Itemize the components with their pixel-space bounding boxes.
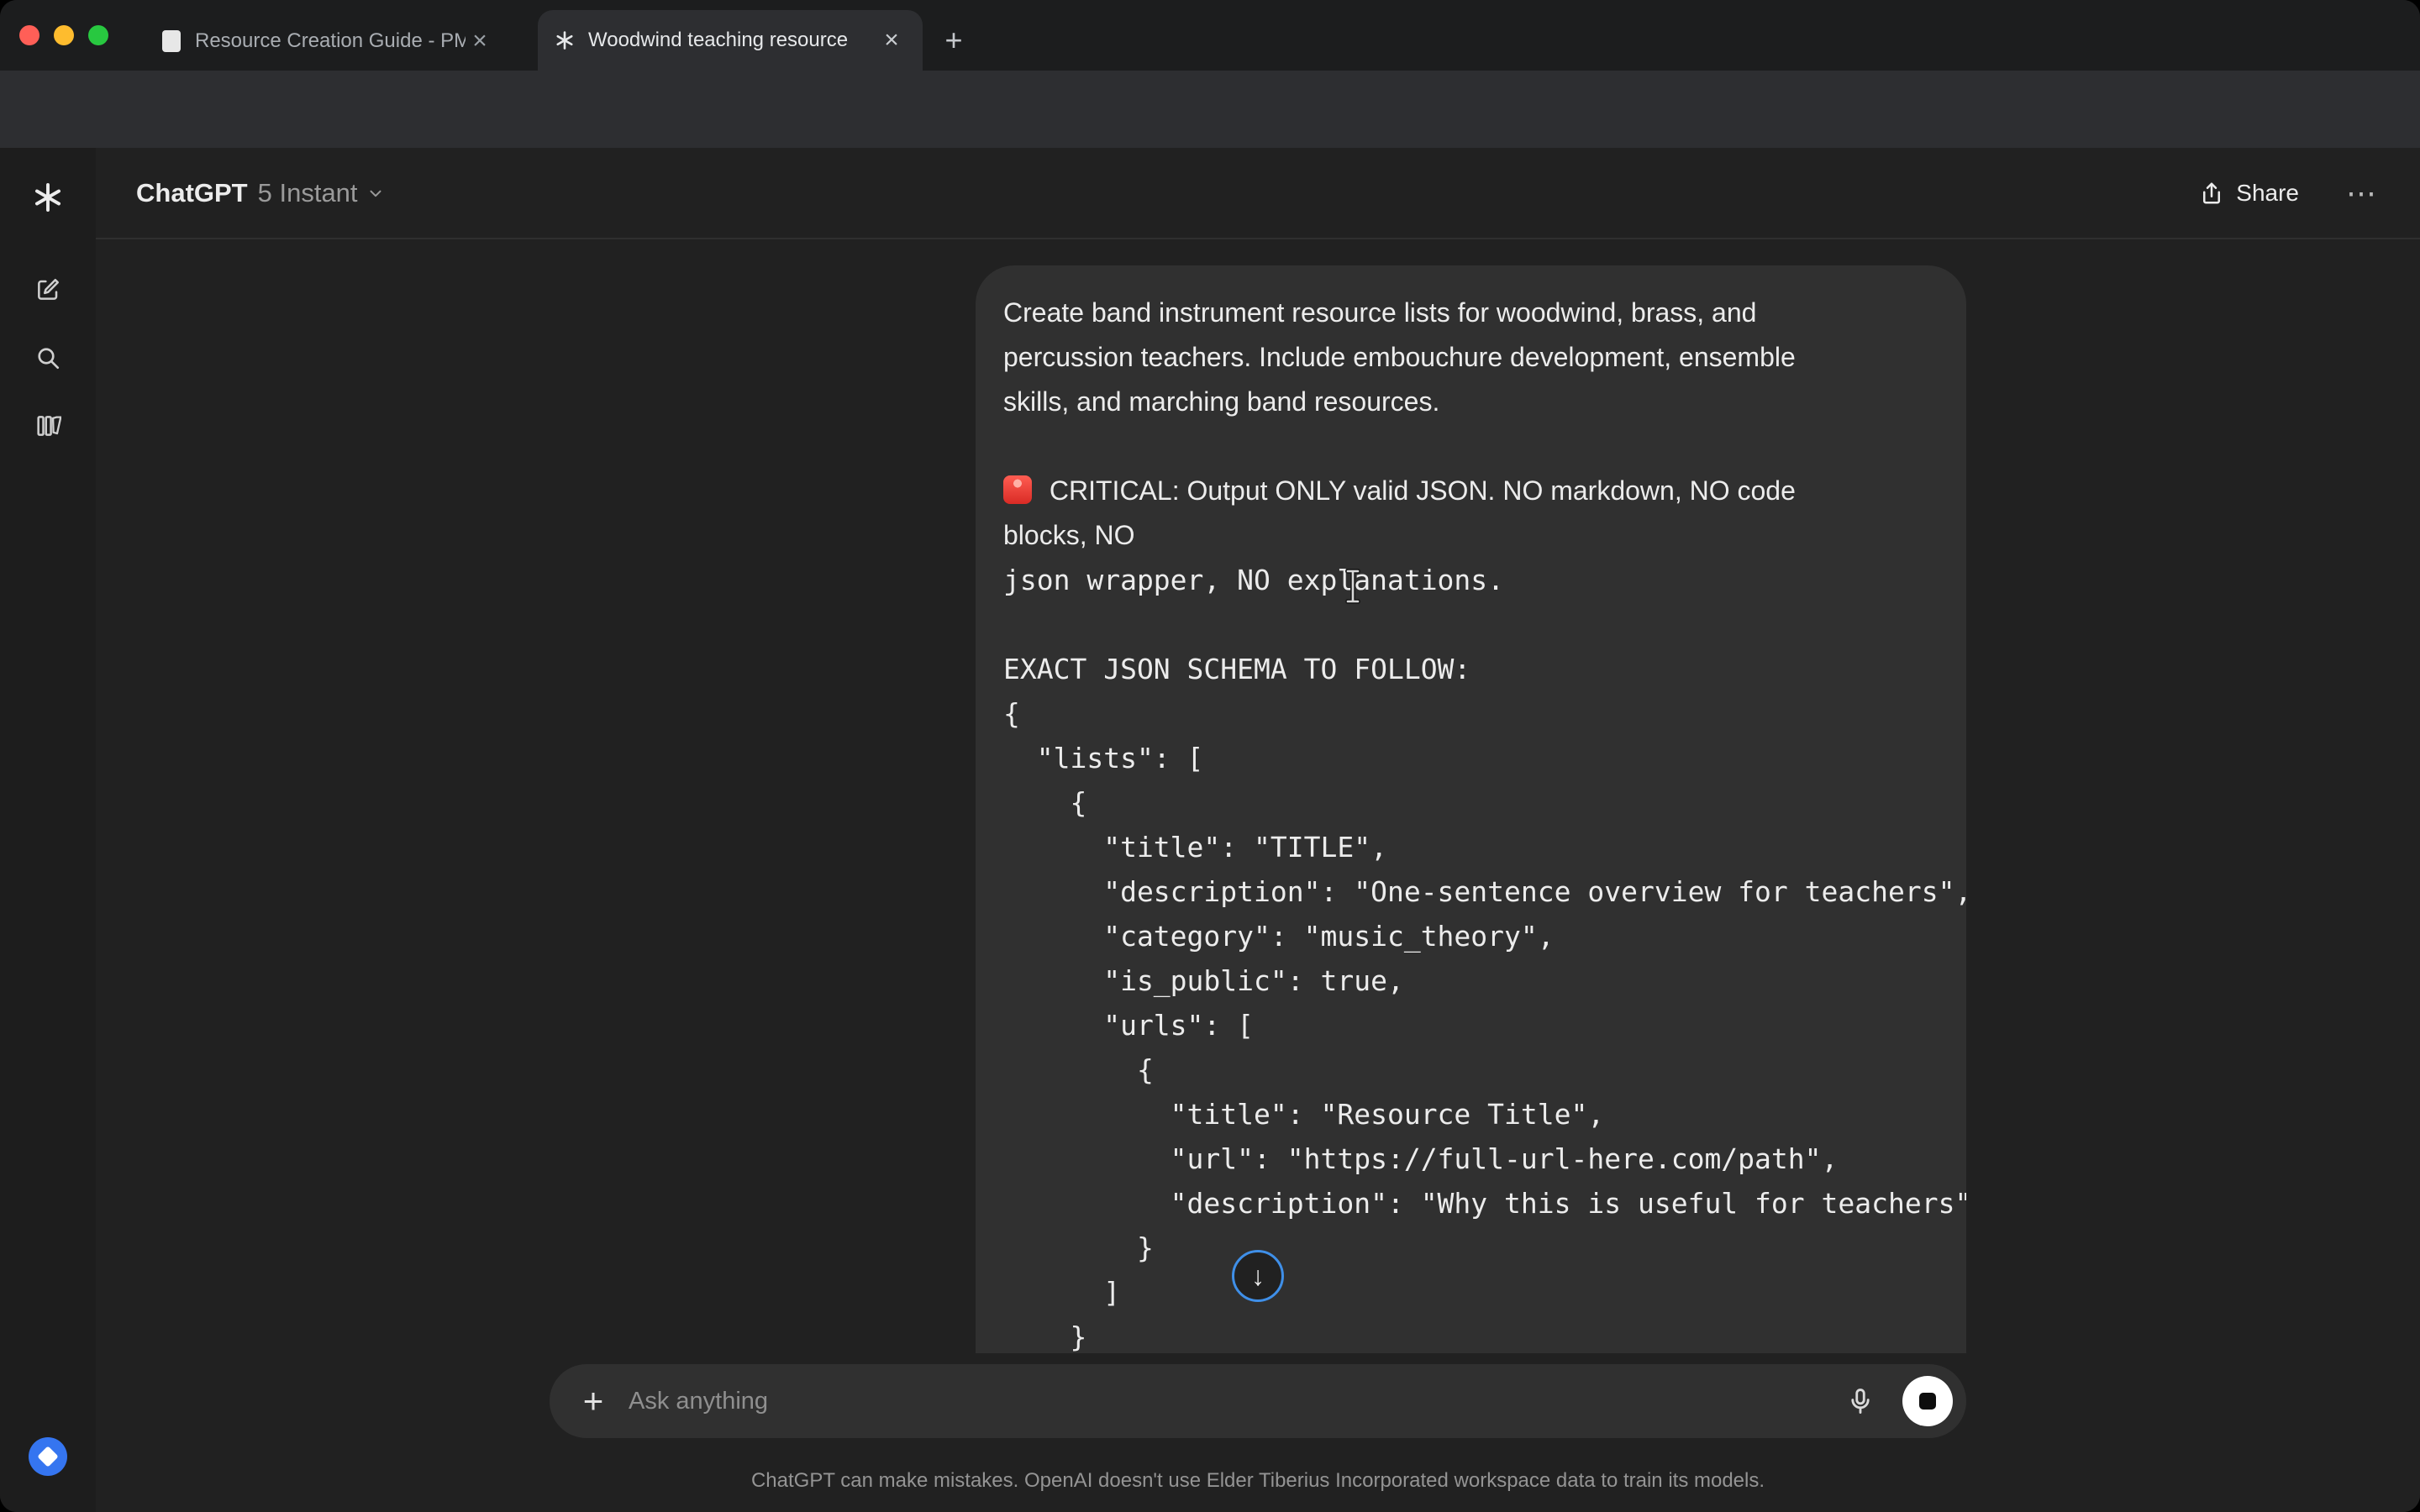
message-line: skills, and marching band resources. bbox=[1003, 380, 1939, 424]
share-icon bbox=[2199, 181, 2224, 206]
blank-line bbox=[1003, 424, 1939, 469]
code-line: "urls": [ bbox=[1003, 1003, 1939, 1047]
code-line: "url": "https://full-url-here.com/path", bbox=[1003, 1137, 1939, 1181]
blank-line bbox=[1003, 602, 1939, 647]
tab-woodwind-teaching-active[interactable]: Woodwind teaching resource × bbox=[538, 10, 923, 71]
stop-icon bbox=[1919, 1393, 1936, 1410]
share-button[interactable]: Share bbox=[2199, 180, 2299, 207]
code-line: "description": "Why this is useful for t… bbox=[1003, 1181, 1939, 1226]
main-panel: ChatGPT 5 Instant Share ⋯ Create band bbox=[96, 148, 2420, 1512]
openai-logo-icon[interactable] bbox=[0, 171, 96, 224]
app-title: ChatGPT bbox=[136, 178, 248, 208]
message-line: 🚨 CRITICAL: Output ONLY valid JSON. NO m… bbox=[1003, 469, 1939, 513]
tab-resource-creation-guide[interactable]: Resource Creation Guide - PM × bbox=[145, 12, 511, 71]
code-line: "is_public": true, bbox=[1003, 958, 1939, 1003]
browser-window: Resource Creation Guide - PM × Woodwind … bbox=[0, 0, 2420, 1512]
close-tab-icon[interactable]: × bbox=[877, 26, 906, 55]
user-message-bubble: Create band instrument resource lists fo… bbox=[976, 265, 1966, 1353]
search-icon[interactable] bbox=[0, 331, 96, 385]
chatgpt-app: ChatGPT 5 Instant Share ⋯ Create band bbox=[0, 148, 2420, 1512]
share-label: Share bbox=[2236, 180, 2299, 207]
close-button[interactable] bbox=[19, 25, 39, 45]
code-line: { bbox=[1003, 691, 1939, 736]
library-icon[interactable] bbox=[0, 399, 96, 453]
zoom-button[interactable] bbox=[88, 25, 108, 45]
critical-text: CRITICAL: Output ONLY valid JSON. NO mar… bbox=[1042, 475, 1796, 506]
code-line: ] bbox=[1003, 1270, 1939, 1315]
scroll-to-bottom-button[interactable]: ↓ bbox=[1232, 1250, 1284, 1302]
browser-toolbar: chatgpt.com/c/6901518c-c454-8327-b5a7-b0… bbox=[0, 71, 2420, 148]
message-line: blocks, NO bbox=[1003, 513, 1939, 558]
tab-title: Resource Creation Guide - PM bbox=[195, 29, 466, 53]
chatgpt-favicon-icon bbox=[555, 30, 575, 50]
code-line: "lists": [ bbox=[1003, 736, 1939, 780]
message-line: Create band instrument resource lists fo… bbox=[1003, 291, 1939, 335]
sidebar bbox=[0, 148, 96, 1512]
code-line: "category": "music_theory", bbox=[1003, 914, 1939, 958]
close-tab-icon[interactable]: × bbox=[466, 27, 494, 55]
code-line: { bbox=[1003, 1047, 1939, 1092]
stop-generating-button[interactable] bbox=[1902, 1376, 1953, 1426]
composer[interactable]: + bbox=[550, 1364, 1966, 1438]
composer-area: + ChatGPT can make mistakes. OpenAI does… bbox=[96, 1353, 2420, 1512]
code-line: { bbox=[1003, 780, 1939, 825]
code-line: } bbox=[1003, 1226, 1939, 1270]
police-light-emoji: 🚨 bbox=[1003, 475, 1032, 504]
new-chat-icon[interactable] bbox=[0, 263, 96, 317]
model-name: 5 Instant bbox=[258, 178, 358, 208]
code-line: EXACT JSON SCHEMA TO FOLLOW: bbox=[1003, 647, 1939, 691]
tab-strip: Resource Creation Guide - PM × Woodwind … bbox=[0, 0, 2420, 71]
message-input[interactable] bbox=[629, 1388, 1840, 1415]
code-line: "description": "One-sentence overview fo… bbox=[1003, 869, 1939, 914]
tab-title: Woodwind teaching resource bbox=[588, 29, 877, 52]
code-line: "title": "Resource Title", bbox=[1003, 1092, 1939, 1137]
attach-plus-button[interactable]: + bbox=[573, 1381, 613, 1421]
code-line: "title": "TITLE", bbox=[1003, 825, 1939, 869]
model-selector[interactable]: ChatGPT 5 Instant bbox=[136, 178, 385, 208]
microphone-icon[interactable] bbox=[1840, 1381, 1881, 1421]
code-line: json wrapper, NO explanations. bbox=[1003, 558, 1939, 602]
chat-scroll-area[interactable]: Create band instrument resource lists fo… bbox=[96, 239, 2420, 1353]
new-tab-button[interactable]: + bbox=[935, 22, 972, 59]
chevron-down-icon bbox=[366, 184, 385, 202]
message-line: percussion teachers. Include embouchure … bbox=[1003, 335, 1939, 380]
conversation-menu-icon[interactable]: ⋯ bbox=[2346, 178, 2376, 208]
disclaimer-text: ChatGPT can make mistakes. OpenAI doesn'… bbox=[96, 1469, 2420, 1493]
minimize-button[interactable] bbox=[54, 25, 74, 45]
workspace-badge-icon[interactable] bbox=[29, 1437, 67, 1476]
chat-header: ChatGPT 5 Instant Share ⋯ bbox=[96, 148, 2420, 239]
document-favicon-icon bbox=[161, 31, 182, 51]
code-line: } bbox=[1003, 1315, 1939, 1353]
arrow-down-icon: ↓ bbox=[1251, 1261, 1265, 1292]
